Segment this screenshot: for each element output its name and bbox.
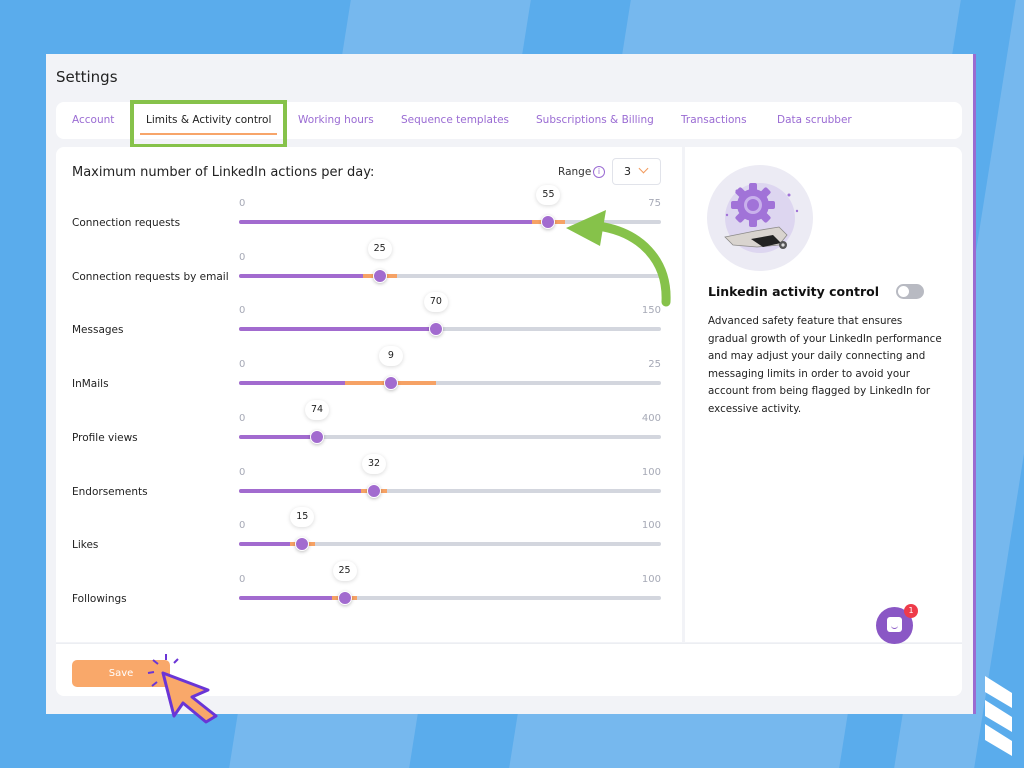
slider-label: Messages (72, 324, 124, 337)
slider-label: Profile views (72, 431, 138, 444)
activity-control-toggle[interactable] (896, 284, 924, 299)
slider-min-label: 0 (239, 466, 246, 478)
slider-max-label: 100 (641, 520, 661, 532)
slider-max-label: 400 (641, 412, 661, 424)
chat-notification-badge: 1 (904, 604, 918, 618)
slider-value-bubble: 9 (378, 346, 403, 367)
slider-label: Followings (72, 592, 127, 605)
chevron-down-icon (638, 163, 649, 174)
tab-account[interactable]: Account (72, 102, 114, 139)
slider-max-label: 75 (648, 198, 661, 209)
footer-bar: Save (56, 643, 962, 696)
slider-row: Followings 0 100 25 (56, 560, 682, 621)
slider-value-bubble: 74 (305, 399, 330, 420)
slider-value-bubble: 15 (290, 507, 315, 528)
slider-row: Endorsements 0 100 32 (56, 453, 682, 514)
slider-min-label: 0 (239, 412, 246, 424)
gear-icon (724, 183, 799, 249)
settings-tabs: Account Limits & Activity control Workin… (56, 102, 962, 139)
slider-min-label: 0 (239, 520, 246, 532)
slider-row: Profile views 0 400 74 (56, 399, 682, 460)
chat-icon (887, 617, 902, 632)
slider-row: InMails 0 25 9 (56, 346, 682, 406)
slider-value-bubble: 70 (423, 292, 448, 313)
slider-value-bubble: 25 (332, 560, 357, 581)
toggle-knob (898, 286, 909, 297)
slider-track[interactable]: 25 (239, 238, 661, 283)
slider-fill (239, 488, 375, 493)
slider-track[interactable]: 70 (239, 292, 661, 337)
activity-control-panel: Linkedin activity control Advanced safet… (685, 147, 962, 642)
slider-label: Connection requests (72, 217, 181, 229)
slider-min-label: 0 (239, 198, 246, 209)
slider-row: Connection requests 0 75 55 (56, 185, 682, 245)
slider-thumb[interactable] (383, 376, 398, 391)
slider-label: Endorsements (72, 485, 148, 498)
slider-max-label: 100 (641, 573, 661, 585)
brand-logo-icon (985, 676, 1012, 756)
slider-fill (239, 595, 345, 600)
range-select[interactable]: 3 (612, 158, 661, 185)
activity-control-title: Linkedin activity control (708, 284, 880, 299)
slider-min-label: 0 (239, 573, 246, 585)
slider-row: Likes 0 100 15 (56, 507, 682, 567)
slider-fill (239, 273, 380, 278)
slider-min-label: 0 (239, 305, 246, 317)
slider-max-label: 25 (648, 359, 661, 371)
slider-row: Messages 0 150 70 (56, 292, 682, 352)
slider-thumb[interactable] (428, 322, 443, 337)
limits-title: Maximum number of LinkedIn actions per d… (72, 165, 375, 180)
slider-track[interactable]: 9 (239, 346, 661, 391)
slider-fill (239, 220, 549, 224)
settings-window: Settings Account Limits & Activity contr… (46, 54, 976, 714)
slider-value-bubble: 25 (367, 238, 392, 259)
slider-min-label: 0 (239, 251, 246, 263)
tab-working-hours[interactable]: Working hours (298, 102, 374, 139)
tab-subscriptions-billing[interactable]: Subscriptions & Billing (536, 102, 654, 139)
slider-thumb[interactable] (372, 268, 387, 283)
slider-track[interactable]: 55 (239, 185, 661, 229)
save-button[interactable]: Save (72, 660, 170, 687)
slider-track[interactable]: 74 (239, 399, 661, 444)
slider-thumb[interactable] (541, 215, 556, 229)
range-select-value: 3 (624, 165, 631, 178)
slider-fill (239, 434, 318, 439)
tab-sequence-templates[interactable]: Sequence templates (401, 102, 509, 139)
range-label: Range (558, 166, 592, 178)
slider-thumb[interactable] (367, 483, 382, 498)
slider-row: Connection requests by email 0 25 (56, 238, 682, 299)
slider-max-label: 150 (641, 305, 661, 317)
slider-value-bubble: 32 (362, 453, 387, 474)
tab-transactions[interactable]: Transactions (681, 102, 747, 139)
slider-label: Connection requests by email (72, 270, 229, 283)
slider-thumb[interactable] (310, 429, 325, 444)
slider-thumb[interactable] (295, 537, 310, 552)
slider-track[interactable]: 32 (239, 453, 661, 498)
slider-track[interactable]: 15 (239, 507, 661, 552)
slider-label: Likes (72, 539, 99, 552)
slider-label: InMails (72, 378, 109, 391)
tab-data-scrubber[interactable]: Data scrubber (777, 102, 852, 139)
slider-min-label: 0 (239, 359, 246, 371)
slider-fill (239, 327, 436, 332)
tab-limits-activity-control[interactable]: Limits & Activity control (139, 102, 278, 139)
info-icon[interactable]: i (593, 166, 605, 178)
robot-hand-gear-illustration (707, 165, 813, 271)
slider-value-bubble: 55 (536, 185, 561, 205)
activity-control-description: Advanced safety feature that ensures gra… (708, 315, 942, 415)
limits-panel: Maximum number of LinkedIn actions per d… (56, 147, 682, 642)
slider-max-label: 100 (641, 466, 661, 478)
page-title: Settings (56, 68, 118, 86)
slider-track[interactable]: 25 (239, 560, 661, 605)
slider-thumb[interactable] (337, 590, 352, 605)
